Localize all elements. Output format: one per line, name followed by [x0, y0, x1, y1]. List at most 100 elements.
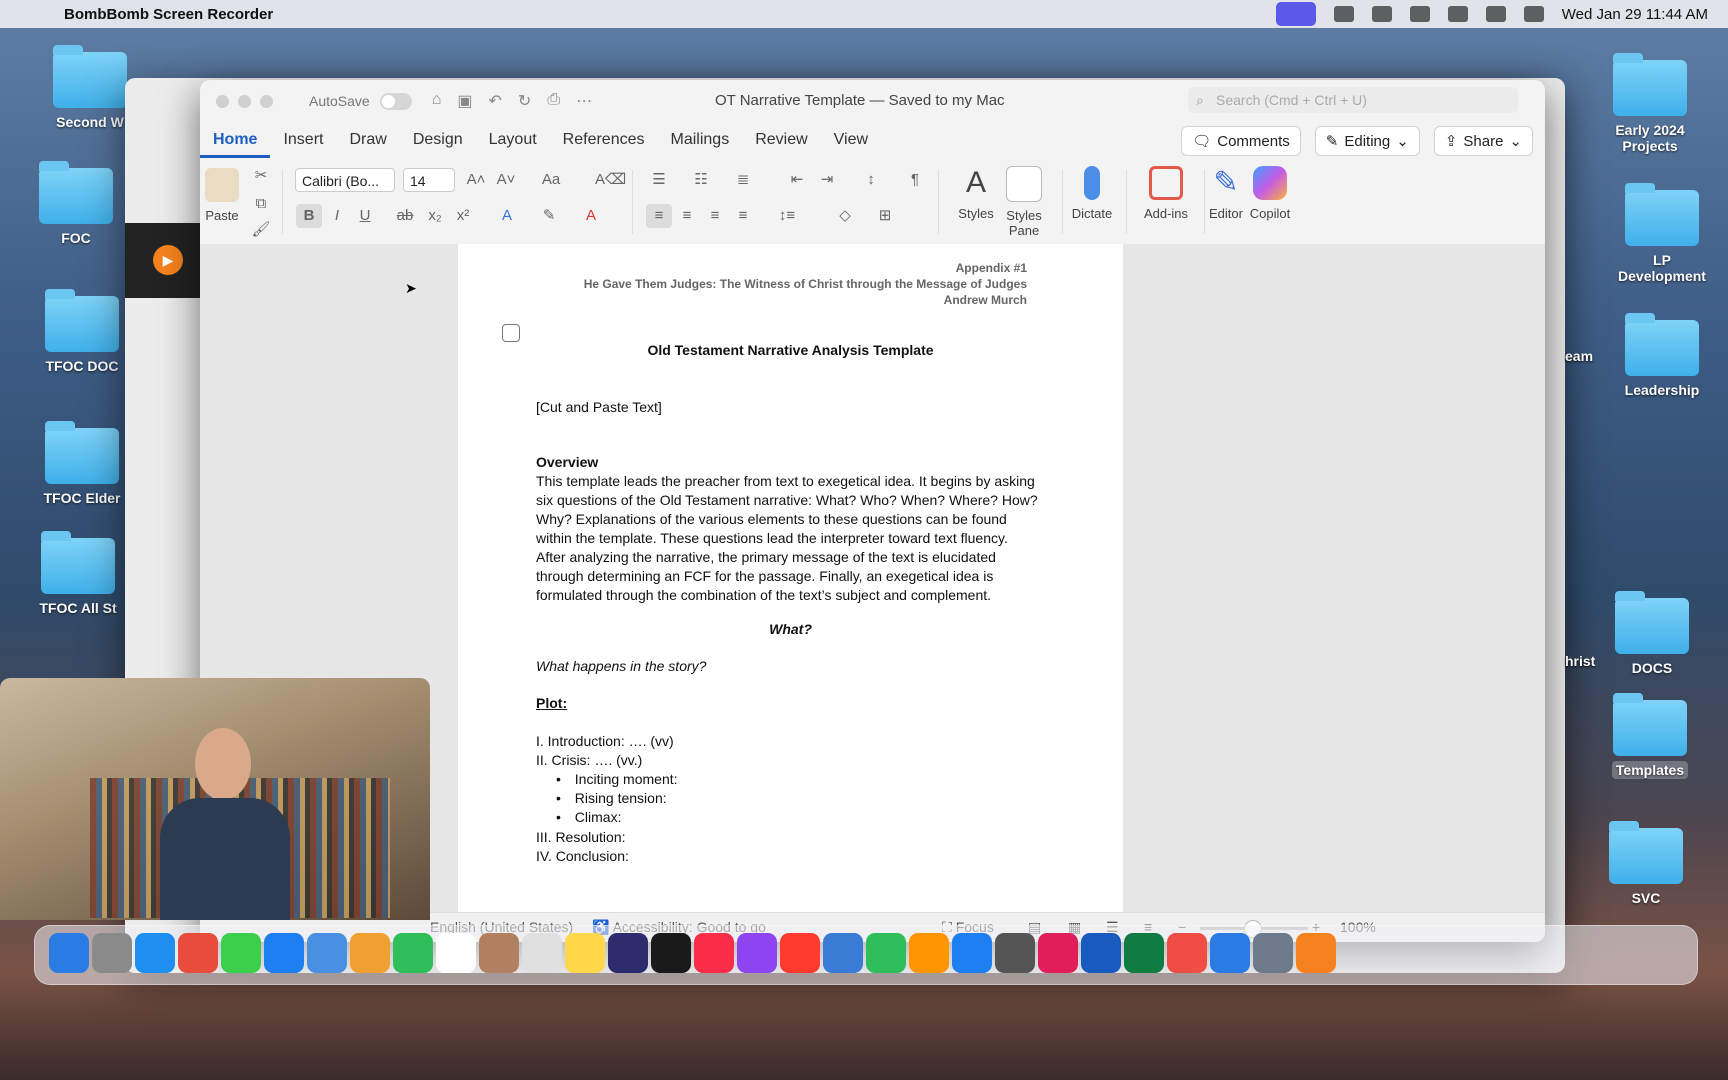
news-icon[interactable]: [780, 933, 820, 973]
control-center-icon[interactable]: [1523, 6, 1544, 22]
highlight-icon[interactable]: ✎: [536, 204, 562, 228]
document-title[interactable]: OT Narrative Template — Saved to my Mac: [715, 92, 1005, 109]
align-left-button[interactable]: ≡: [646, 204, 672, 228]
system-settings-icon[interactable]: [995, 933, 1035, 973]
desktop-folder[interactable]: Leadership: [1612, 313, 1712, 398]
styles-pane-button[interactable]: Styles Pane: [994, 166, 1054, 238]
word-icon[interactable]: [1081, 933, 1121, 973]
tab-mailings[interactable]: Mailings: [658, 125, 743, 155]
spotlight-icon[interactable]: [1485, 6, 1506, 22]
font-name-select[interactable]: Calibri (Bo...: [295, 168, 395, 192]
tab-home[interactable]: Home: [200, 125, 271, 158]
sort-icon[interactable]: ↕: [858, 168, 884, 192]
strikethrough-button[interactable]: ab: [392, 204, 418, 228]
editing-button[interactable]: ✎ Editing ⌄: [1314, 126, 1420, 156]
bold-button[interactable]: B: [296, 204, 322, 228]
asana-icon[interactable]: [1167, 933, 1207, 973]
font-size-select[interactable]: 14: [403, 168, 455, 192]
show-formatting-icon[interactable]: ¶: [902, 168, 928, 192]
increase-indent-icon[interactable]: ⇥: [814, 168, 840, 192]
copy-icon[interactable]: ⧉: [248, 192, 274, 216]
app-store-icon[interactable]: [952, 933, 992, 973]
format-painter-icon[interactable]: 🖌: [248, 218, 274, 242]
messages-icon[interactable]: [221, 933, 261, 973]
shading-icon[interactable]: ◇: [832, 204, 858, 228]
document-page[interactable]: Appendix #1 He Gave Them Judges: The Wit…: [458, 244, 1123, 912]
tab-insert[interactable]: Insert: [270, 125, 336, 155]
dictate-button[interactable]: Dictate: [1062, 166, 1122, 221]
minimize-button[interactable]: [238, 94, 251, 108]
desktop-folder[interactable]: DOCS: [1602, 591, 1702, 676]
decrease-indent-icon[interactable]: ⇤: [784, 168, 810, 192]
music-icon[interactable]: [694, 933, 734, 973]
tab-review[interactable]: Review: [742, 125, 820, 155]
app-name[interactable]: BombBomb Screen Recorder: [64, 6, 273, 23]
slack-icon[interactable]: [1038, 933, 1078, 973]
cut-icon[interactable]: ✂: [248, 164, 274, 188]
font-color-icon[interactable]: A: [578, 204, 604, 228]
comments-button[interactable]: 🗨 Comments: [1181, 126, 1301, 156]
text-effects-icon[interactable]: A: [494, 204, 520, 228]
more-icon[interactable]: ⋯: [576, 91, 592, 111]
tab-view[interactable]: View: [821, 125, 881, 155]
menu-bar-clock[interactable]: Wed Jan 29 11:44 AM: [1562, 6, 1708, 23]
reminders-icon[interactable]: [522, 933, 562, 973]
italic-button[interactable]: I: [324, 204, 350, 228]
redo-icon[interactable]: ↻: [518, 91, 531, 111]
mail-icon[interactable]: [264, 933, 304, 973]
tab-references[interactable]: References: [550, 125, 658, 155]
contacts-icon[interactable]: [479, 933, 519, 973]
superscript-button[interactable]: x²: [450, 204, 476, 228]
tab-design[interactable]: Design: [400, 125, 476, 155]
maps-icon[interactable]: [307, 933, 347, 973]
desktop-folder[interactable]: LP Development: [1612, 183, 1712, 284]
save-icon[interactable]: ▣: [457, 91, 472, 111]
desktop-folder[interactable]: TFOC All St: [28, 531, 128, 616]
underline-button[interactable]: U: [352, 204, 378, 228]
record-play-icon[interactable]: ▶: [153, 245, 183, 275]
tab-layout[interactable]: Layout: [476, 125, 550, 155]
podcasts-icon[interactable]: [737, 933, 777, 973]
autosave-toggle[interactable]: [379, 92, 412, 110]
change-case-icon[interactable]: Aa: [538, 168, 564, 192]
screen-recorder-icon[interactable]: [1275, 2, 1316, 26]
play-icon[interactable]: [1371, 6, 1392, 22]
pages-icon[interactable]: [909, 933, 949, 973]
print-icon[interactable]: ⎙: [547, 91, 560, 111]
preview-icon[interactable]: [1253, 933, 1293, 973]
clear-formatting-icon[interactable]: A⌫: [595, 168, 626, 192]
decrease-font-icon[interactable]: A˅: [493, 168, 519, 192]
home-icon[interactable]: ⌂: [432, 91, 442, 111]
calendar-icon[interactable]: [436, 933, 476, 973]
addins-button[interactable]: Add-ins: [1136, 166, 1196, 221]
freeform-icon[interactable]: [608, 933, 648, 973]
bullets-icon[interactable]: ☰: [646, 168, 672, 192]
facetime-icon[interactable]: [393, 933, 433, 973]
justify-button[interactable]: ≡: [730, 204, 756, 228]
desktop-folder[interactable]: TFOC Elder: [32, 421, 132, 506]
tab-draw[interactable]: Draw: [336, 125, 399, 155]
borders-icon[interactable]: ⊞: [872, 204, 898, 228]
copilot-button[interactable]: Copilot: [1240, 166, 1300, 221]
launchpad-icon[interactable]: [92, 933, 132, 973]
align-right-button[interactable]: ≡: [702, 204, 728, 228]
finder-icon[interactable]: [49, 933, 89, 973]
desktop-folder[interactable]: FOC: [26, 161, 126, 246]
paste-button[interactable]: Paste: [200, 168, 252, 223]
chrome-icon[interactable]: [178, 933, 218, 973]
apple-tv-icon[interactable]: [651, 933, 691, 973]
desktop-folder-selected[interactable]: Templates: [1600, 693, 1700, 779]
multilevel-list-icon[interactable]: ≣: [730, 168, 756, 192]
share-button[interactable]: ⇪ Share ⌄: [1433, 126, 1533, 156]
line-spacing-icon[interactable]: ↕≡: [774, 204, 800, 228]
dropbox-icon[interactable]: [1333, 6, 1354, 22]
undo-icon[interactable]: ↶: [489, 91, 502, 111]
keynote-icon[interactable]: [823, 933, 863, 973]
excel-icon[interactable]: [1124, 933, 1164, 973]
notes-icon[interactable]: [565, 933, 605, 973]
search-input[interactable]: ⌕ Search (Cmd + Ctrl + U): [1188, 87, 1518, 113]
numbers-icon[interactable]: [866, 933, 906, 973]
webcam-overlay[interactable]: [0, 678, 430, 920]
zoom-button[interactable]: [260, 94, 273, 108]
desktop-folder[interactable]: Early 2024 Projects: [1600, 53, 1700, 154]
